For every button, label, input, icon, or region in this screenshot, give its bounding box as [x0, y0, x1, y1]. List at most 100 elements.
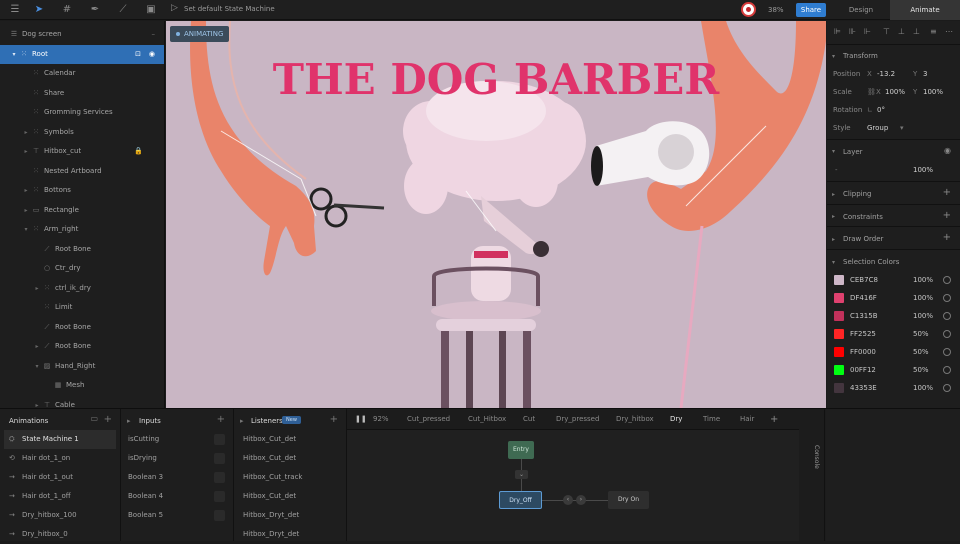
color-swatch[interactable] [834, 383, 844, 393]
avatar[interactable] [741, 2, 756, 17]
animation-item[interactable]: ⛭ State Machine 1 [4, 430, 116, 449]
tab-input[interactable]: Dry [670, 409, 682, 430]
hierarchy-item[interactable]: ▸ ▭ Rectangle [0, 201, 164, 220]
color-opacity[interactable]: 100% [913, 312, 933, 320]
listener-item[interactable]: Hitbox_Cut_det [234, 449, 346, 468]
listener-item[interactable]: Hitbox_Dryt_det [234, 525, 346, 544]
blend-mode-select[interactable]: - [835, 166, 838, 174]
hierarchy-item[interactable]: ▸ ⁙ Bottons [0, 181, 164, 200]
more-icon[interactable]: ⋯ [945, 27, 953, 36]
hierarchy-item[interactable]: ⁙ Share [0, 84, 164, 103]
color-hex[interactable]: C1315B [850, 312, 878, 320]
input-toggle[interactable] [214, 491, 225, 502]
chevron-right-icon[interactable]: ▸ [240, 417, 244, 425]
input-toggle[interactable] [214, 434, 225, 445]
color-opacity[interactable]: 50% [913, 348, 929, 356]
chevron-left-icon[interactable]: ‹ [563, 495, 573, 505]
artboard-row[interactable]: ☰ Dog screen – [0, 25, 164, 44]
animation-item[interactable]: → Hair dot_1_off [4, 487, 116, 506]
tab-input[interactable]: Cut_pressed [407, 409, 450, 430]
color-hex[interactable]: CEB7C8 [850, 276, 878, 284]
hierarchy-item[interactable]: ▾ ▨ Hand_Right [0, 357, 164, 376]
zoom-level[interactable]: 38% [768, 6, 784, 14]
tab-design[interactable]: Design [834, 0, 888, 20]
listener-item[interactable]: Hitbox_Cut_det [234, 430, 346, 449]
tab-input[interactable]: Time [703, 409, 720, 430]
hierarchy-item[interactable]: ▸ ⁙ Symbols [0, 123, 164, 142]
chevron-down-icon[interactable]: ▾ [832, 148, 835, 155]
tab-input[interactable]: Dry_hitbox [616, 409, 654, 430]
target-icon[interactable] [943, 348, 951, 356]
state-machine-title[interactable]: Set default State Machine [184, 5, 275, 13]
transition-chevron-icon[interactable]: ⌄ [515, 470, 528, 479]
shape-tool-icon[interactable]: ▣ [144, 3, 158, 17]
color-swatch[interactable] [834, 275, 844, 285]
input-item[interactable]: Boolean 4 [121, 487, 233, 506]
add-input-button[interactable]: + [217, 414, 225, 425]
entry-node[interactable]: Entry [508, 441, 534, 459]
listener-item[interactable]: Hitbox_Dryt_det [234, 506, 346, 525]
input-item[interactable]: isCutting [121, 430, 233, 449]
listener-item[interactable]: Hitbox_Cut_det [234, 487, 346, 506]
folder-icon[interactable]: ▭ [90, 414, 98, 423]
chevron-right-icon[interactable]: ▸ [33, 337, 41, 356]
hierarchy-item[interactable]: ▸ ⁙ ctrl_ik_dry [0, 279, 164, 298]
target-icon[interactable] [943, 330, 951, 338]
color-hex[interactable]: FF2525 [850, 330, 876, 338]
animation-item[interactable]: → Hair dot_1_out [4, 468, 116, 487]
color-hex[interactable]: 43353E [850, 384, 877, 392]
add-listener-button[interactable]: + [330, 414, 338, 425]
distribute-icon[interactable]: ≡ [930, 27, 937, 36]
hierarchy-item[interactable]: ⁙ Limit [0, 298, 164, 317]
position-y-field[interactable]: 3 [923, 70, 927, 78]
color-opacity[interactable]: 100% [913, 384, 933, 392]
chevron-right-icon[interactable]: ▸ [832, 236, 835, 243]
add-tab-button[interactable]: + [770, 409, 778, 430]
chevron-down-icon[interactable]: ▾ [33, 357, 41, 376]
style-select[interactable]: Group [867, 124, 888, 132]
color-swatch[interactable] [834, 365, 844, 375]
chevron-right-icon[interactable]: ▸ [832, 213, 835, 220]
input-item[interactable]: Boolean 5 [121, 506, 233, 525]
hierarchy-item[interactable]: ⁙ Gromming Services [0, 103, 164, 122]
chevron-right-icon[interactable]: ▸ [22, 201, 30, 220]
hierarchy-item[interactable]: ⟋ Root Bone [0, 318, 164, 337]
chevron-right-icon[interactable]: ▸ [22, 181, 30, 200]
tab-input[interactable]: Cut [523, 409, 535, 430]
color-swatch[interactable] [834, 347, 844, 357]
input-item[interactable]: isDrying [121, 449, 233, 468]
hierarchy-item[interactable]: ▸ ⊤ Cable [0, 396, 164, 408]
color-hex[interactable]: 00FF12 [850, 366, 876, 374]
chevron-down-icon[interactable]: ▾ [22, 220, 30, 239]
align-right-icon[interactable]: ⊩ [864, 27, 871, 36]
position-x-field[interactable]: -13.2 [877, 70, 895, 78]
color-hex[interactable]: FF0000 [850, 348, 876, 356]
hierarchy-item[interactable]: ▸ ⊤ Hitbox_cut 🔒 [0, 142, 164, 161]
input-toggle[interactable] [214, 453, 225, 464]
graph-zoom[interactable]: 92% [373, 409, 389, 430]
color-swatch[interactable] [834, 293, 844, 303]
chevron-right-icon[interactable]: ▸ [33, 396, 41, 408]
chevron-icon[interactable]: – [152, 25, 156, 44]
input-item[interactable]: Boolean 3 [121, 468, 233, 487]
menu-icon[interactable]: ☰ [8, 3, 22, 17]
layer-opacity-field[interactable]: 100% [913, 166, 933, 174]
eye-icon[interactable]: ◉ [944, 146, 951, 155]
target-icon[interactable] [943, 276, 951, 284]
color-swatch[interactable] [834, 311, 844, 321]
frame-tool-icon[interactable]: # [60, 3, 74, 17]
link-icon[interactable]: ⊡ [135, 45, 141, 64]
target-icon[interactable] [943, 384, 951, 392]
scale-y-field[interactable]: 100% [923, 88, 943, 96]
align-top-icon[interactable]: ⊤ [883, 27, 890, 36]
add-draw-order-button[interactable]: + [943, 232, 951, 243]
chevron-right-icon[interactable]: ▸ [22, 123, 30, 142]
color-opacity[interactable]: 100% [913, 294, 933, 302]
tab-input[interactable]: Cut_Hitbox [468, 409, 506, 430]
color-opacity[interactable]: 50% [913, 330, 929, 338]
hierarchy-item[interactable]: ▸ ⟋ Root Bone [0, 337, 164, 356]
tab-input[interactable]: Dry_pressed [556, 409, 599, 430]
target-icon[interactable] [943, 366, 951, 374]
add-animation-button[interactable]: + [104, 414, 112, 425]
hierarchy-item[interactable]: ⟋ Root Bone [0, 240, 164, 259]
